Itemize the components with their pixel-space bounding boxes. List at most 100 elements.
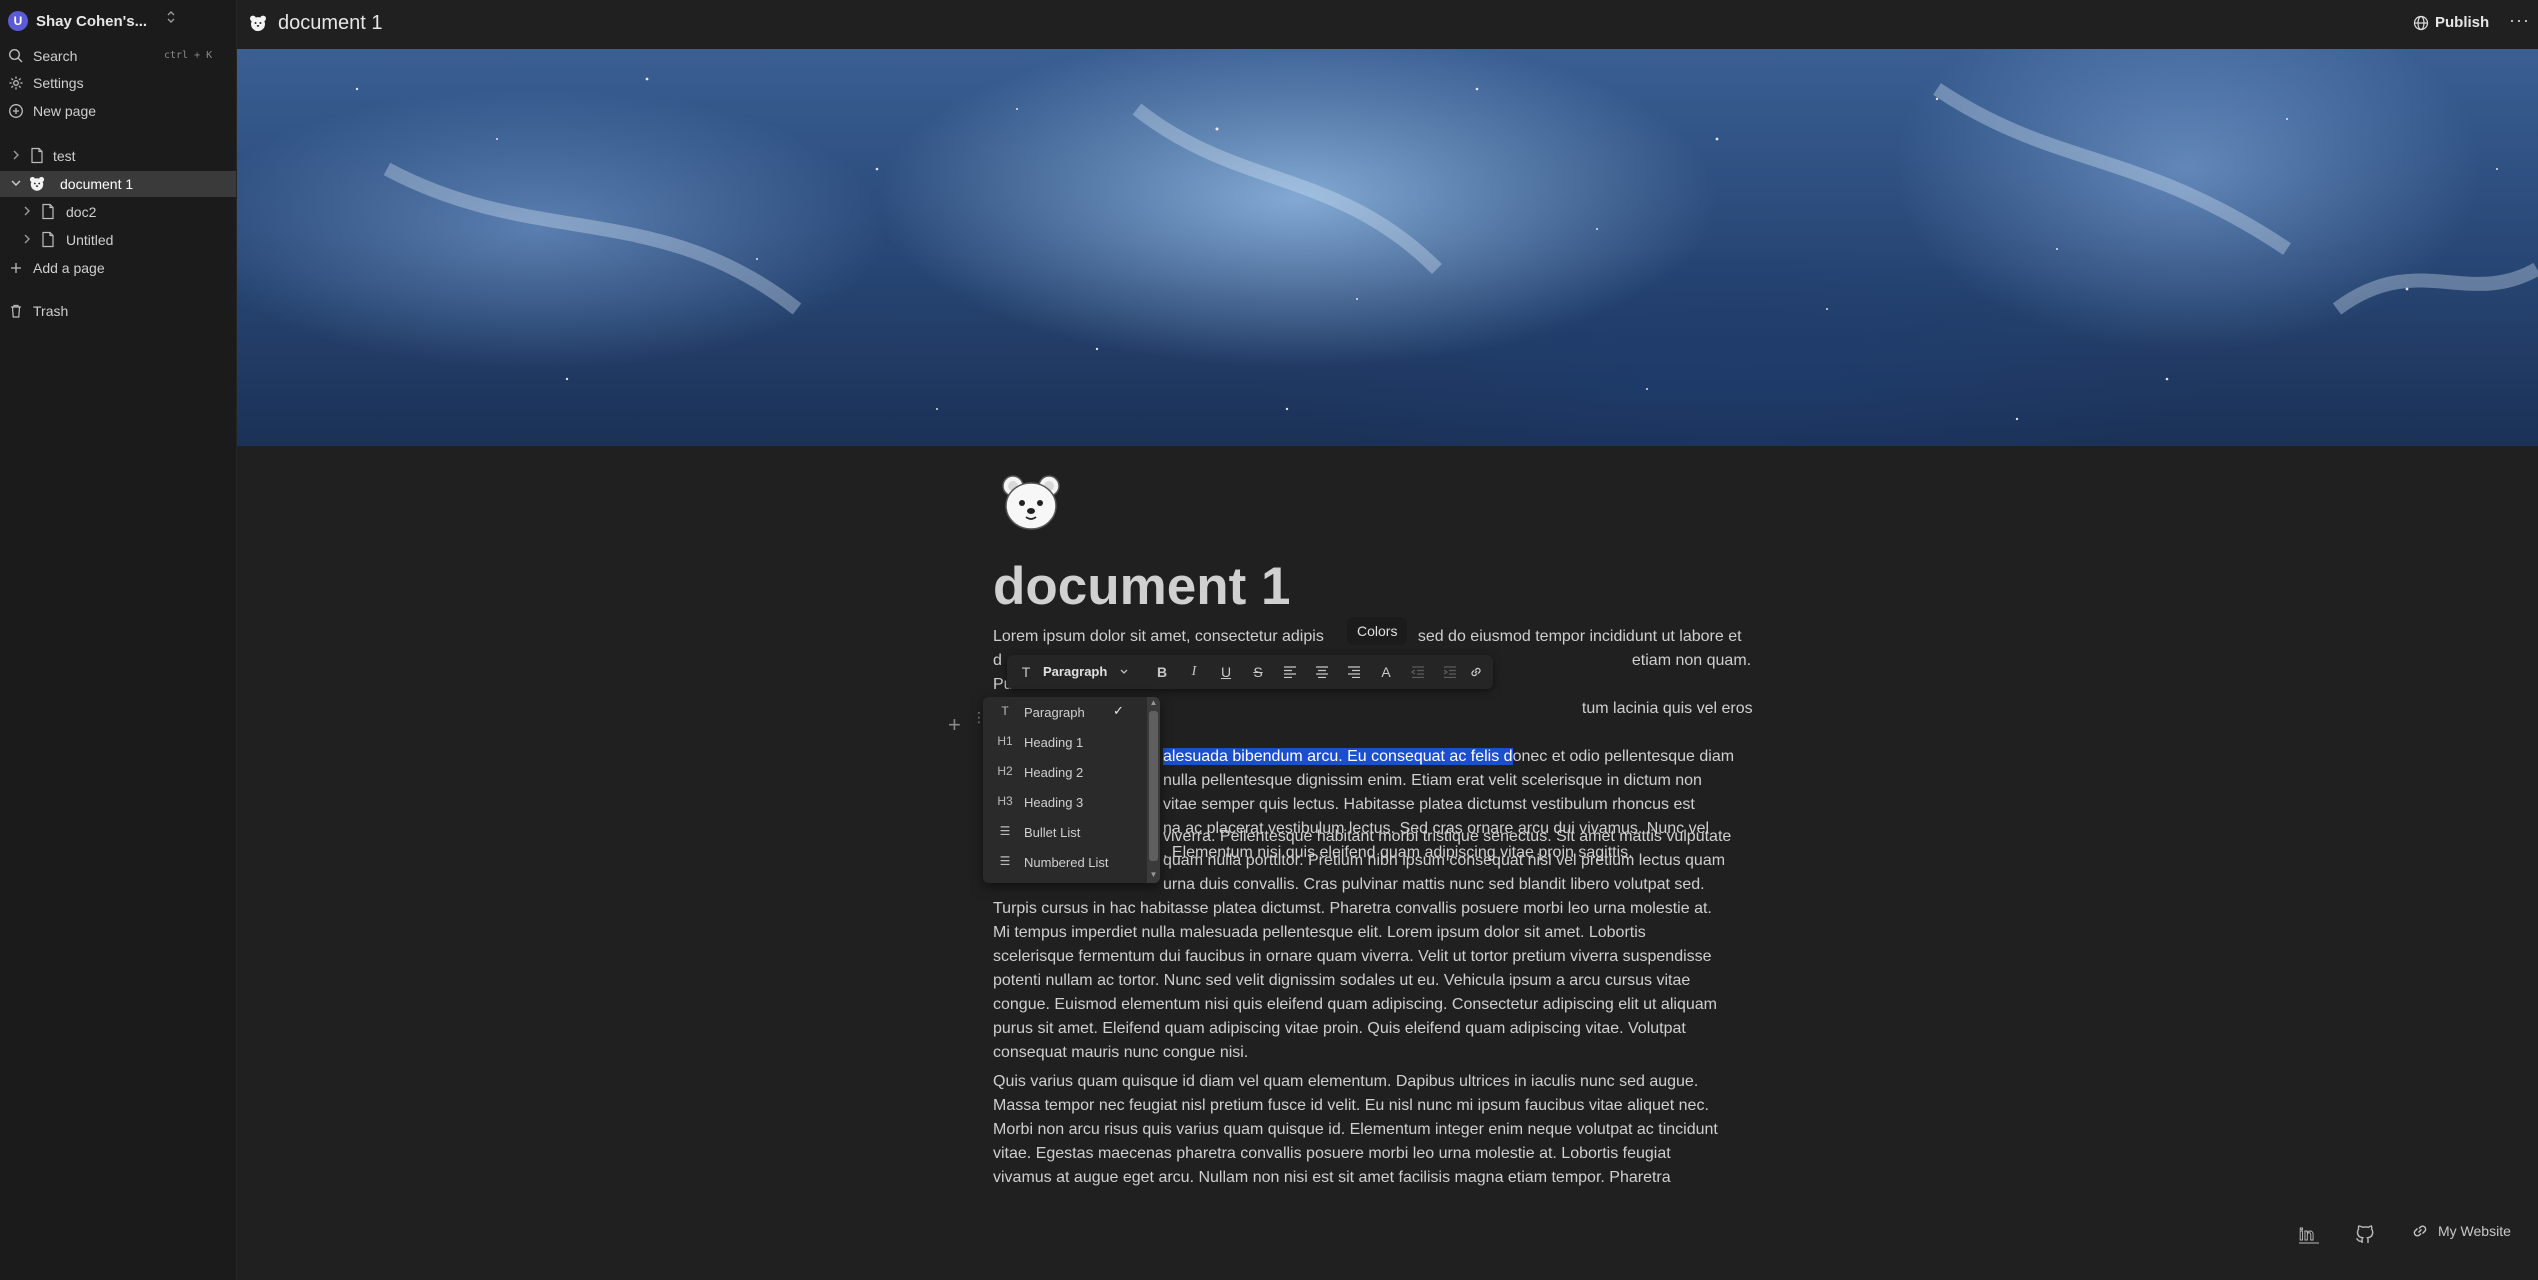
align-center-button[interactable] (1313, 663, 1331, 681)
indent-increase-button[interactable] (1441, 663, 1459, 681)
block-type-menu: T Paragraph ✓ H1 Heading 1 H2 Heading 2 … (983, 697, 1160, 883)
sidebar-item-label: test (53, 148, 76, 164)
more-options-button[interactable]: ··· (2509, 10, 2530, 31)
github-icon[interactable] (2354, 1222, 2376, 1244)
selected-text: alesuada bibendum arcu. Eu consequat ac … (1163, 748, 1513, 765)
bold-button[interactable]: B (1153, 663, 1171, 681)
sidebar-item-label: Untitled (66, 232, 114, 248)
align-right-button[interactable] (1345, 663, 1363, 681)
bullet-list-icon: ☰ (999, 824, 1011, 838)
page-title[interactable]: document 1 (993, 556, 1290, 617)
page-emoji-icon[interactable] (1000, 473, 1062, 531)
workspace-switcher[interactable]: U Shay Cohen's... (8, 10, 228, 32)
indent-decrease-button[interactable] (1409, 663, 1427, 681)
workspace-name: Shay Cohen's... (36, 12, 148, 30)
menu-item-numbered-list[interactable]: ☰ Numbered List (983, 847, 1148, 877)
text-line: scelerisque fermentum dui faucibus in or… (993, 948, 1712, 965)
menu-item-bullet-list[interactable]: ☰ Bullet List (983, 817, 1148, 847)
chevron-up-down-icon (166, 10, 176, 24)
page-icon (42, 203, 54, 220)
sidebar-item-test[interactable]: test (0, 143, 236, 169)
add-block-button[interactable]: + (948, 712, 961, 738)
search-label: Search (33, 48, 78, 64)
block-type-label: Paragraph (1043, 664, 1108, 679)
text-run: d (993, 652, 1002, 669)
breadcrumb-title[interactable]: document 1 (278, 12, 383, 35)
sidebar-item-document-1[interactable]: document 1 (0, 171, 236, 197)
sidebar: U Shay Cohen's... Search ctrl + K Settin… (0, 0, 237, 1280)
chevron-right-icon[interactable] (21, 233, 33, 245)
scrollbar-thumb[interactable] (1149, 711, 1158, 861)
publish-button[interactable]: Publish (2413, 14, 2489, 31)
sidebar-item-untitled[interactable]: Untitled (0, 227, 236, 253)
heading-3-icon: H3 (997, 794, 1013, 808)
settings-button[interactable]: Settings (0, 70, 236, 96)
menu-item-paragraph[interactable]: T Paragraph ✓ (983, 697, 1148, 727)
menu-item-label: Paragraph (1024, 705, 1085, 720)
formatting-toolbar: T Paragraph B I U S A (1007, 655, 1493, 689)
link-icon (1471, 667, 1481, 677)
text-run: sed do eiusmod tempor incididunt ut labo… (1417, 628, 1742, 645)
scroll-up-icon[interactable]: ▲ (1148, 698, 1159, 707)
cover-image[interactable] (237, 49, 2538, 446)
link-button[interactable] (1467, 663, 1485, 681)
italic-button[interactable]: I (1185, 663, 1203, 681)
publish-label: Publish (2435, 14, 2490, 31)
text-line: purus sit amet. Eleifend quam adipiscing… (993, 1020, 1686, 1037)
menu-item-heading-2[interactable]: H2 Heading 2 (983, 757, 1148, 787)
search-button[interactable]: Search ctrl + K (0, 43, 236, 69)
indent-decrease-icon (1411, 666, 1424, 678)
trash-icon (11, 304, 21, 318)
text-run: Lorem ipsum dolor sit amet, consectetur … (993, 628, 1324, 645)
text-type-icon: T (1021, 664, 1031, 680)
text-line: Morbi non arcu risus quis varius quam qu… (993, 1121, 1718, 1138)
align-center-icon (1316, 666, 1328, 678)
menu-item-heading-3[interactable]: H3 Heading 3 (983, 787, 1148, 817)
gear-icon (9, 76, 23, 90)
linkedin-icon[interactable]: in (2298, 1222, 2320, 1244)
check-icon: ✓ (1113, 703, 1124, 718)
trash-button[interactable]: Trash (0, 298, 236, 324)
text-color-button[interactable]: A (1377, 663, 1395, 681)
trash-label: Trash (33, 303, 69, 319)
scroll-down-icon[interactable]: ▼ (1148, 870, 1159, 879)
chevron-right-icon[interactable] (21, 205, 33, 217)
chevron-right-icon[interactable] (10, 149, 22, 161)
new-page-label: New page (33, 103, 97, 119)
menu-item-label: Heading 1 (1024, 735, 1084, 750)
text-line: congue. Euismod elementum nisi quis elei… (993, 996, 1717, 1013)
indent-increase-icon (1443, 666, 1456, 678)
text-line: Turpis cursus in hac habitasse platea di… (993, 900, 1712, 917)
text-line: Quis varius quam quisque id diam vel qua… (993, 1073, 1699, 1090)
heading-1-icon: H1 (997, 734, 1013, 748)
nebula-texture (355, 77, 2538, 421)
strikethrough-button[interactable]: S (1249, 663, 1267, 681)
text-run: onec et odio pellentesque diam (1512, 748, 1735, 765)
new-page-button[interactable]: New page (0, 98, 236, 124)
menu-item-heading-1[interactable]: H1 Heading 1 (983, 727, 1148, 757)
bear-emoji-icon (250, 15, 266, 32)
paragraph-3[interactable]: Quis varius quam quisque id diam vel qua… (993, 1070, 1773, 1188)
text-line: potenti nullam ac tortor. Nunc sed velit… (993, 972, 1691, 989)
underline-button[interactable]: U (1217, 663, 1235, 681)
settings-label: Settings (33, 75, 84, 91)
my-website-link[interactable]: My Website (2410, 1221, 2511, 1241)
chevron-down-icon[interactable] (10, 177, 22, 189)
sidebar-item-doc2[interactable]: doc2 (0, 199, 236, 225)
my-website-label: My Website (2438, 1223, 2511, 1239)
globe-icon (2413, 15, 2429, 30)
sidebar-item-label: doc2 (66, 204, 97, 220)
add-page-button[interactable]: Add a page (0, 255, 236, 281)
menu-item-label: Bullet List (1024, 825, 1081, 840)
sidebar-item-label: document 1 (60, 176, 134, 192)
align-left-icon (1284, 666, 1296, 678)
text-line: Massa tempor nec feugiat nisl pretium fu… (993, 1097, 1709, 1114)
page-icon (42, 231, 54, 248)
block-type-select[interactable]: Paragraph (1043, 664, 1129, 679)
link-icon (2413, 1225, 2427, 1237)
bear-emoji-icon (29, 176, 45, 191)
text-line: consequat mauris nunc congue nisi. (993, 1044, 1249, 1061)
menu-scrollbar[interactable]: ▲ ▼ (1147, 697, 1160, 883)
align-left-button[interactable] (1281, 663, 1299, 681)
svg-text:in: in (2299, 1225, 2314, 1244)
